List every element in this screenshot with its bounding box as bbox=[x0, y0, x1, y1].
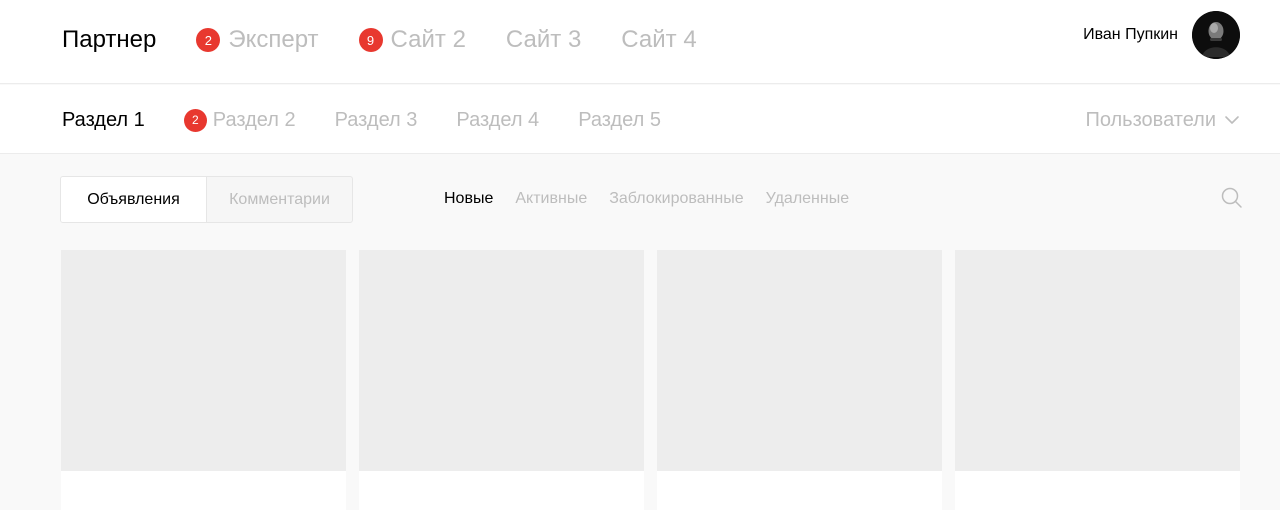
site-nav: Партнер 2 Эксперт 9 Сайт 2 Сайт 3 Сайт 4 bbox=[62, 24, 737, 56]
card-image-placeholder bbox=[657, 250, 942, 471]
tab-section-3[interactable]: Раздел 3 bbox=[335, 107, 418, 133]
tab-expert[interactable]: 2 Эксперт bbox=[196, 24, 319, 56]
filter-active[interactable]: Активные bbox=[515, 190, 587, 208]
tab-label: Сайт 2 bbox=[390, 26, 466, 53]
section-nav: Раздел 1 2 Раздел 2 Раздел 3 Раздел 4 Ра… bbox=[62, 107, 700, 133]
tab-label: Раздел 2 bbox=[212, 108, 296, 131]
chevron-down-icon bbox=[1225, 116, 1239, 124]
avatar[interactable] bbox=[1192, 11, 1240, 59]
tab-partner[interactable]: Партнер bbox=[62, 24, 156, 56]
content-type-switch: Объявления Комментарии bbox=[60, 176, 353, 223]
tab-section-4[interactable]: Раздел 4 bbox=[456, 107, 539, 133]
tab-label: Раздел 4 bbox=[456, 108, 540, 131]
ad-card[interactable] bbox=[657, 250, 942, 510]
segment-ads[interactable]: Объявления bbox=[61, 177, 207, 222]
tab-section-5[interactable]: Раздел 5 bbox=[578, 107, 661, 133]
user-menu[interactable]: Иван Пупкин bbox=[1083, 11, 1240, 59]
filter-new[interactable]: Новые bbox=[444, 190, 493, 208]
tab-label: Партнер bbox=[62, 26, 157, 53]
tab-label: Раздел 5 bbox=[578, 108, 661, 131]
notification-badge: 9 bbox=[358, 28, 383, 52]
user-photo-icon bbox=[1192, 11, 1240, 59]
user-name: Иван Пупкин bbox=[1083, 26, 1178, 43]
search-icon bbox=[1221, 187, 1242, 208]
card-grid bbox=[61, 250, 1240, 510]
section-bar: Раздел 1 2 Раздел 2 Раздел 3 Раздел 4 Ра… bbox=[0, 85, 1280, 154]
tab-site-4[interactable]: Сайт 4 bbox=[621, 24, 696, 56]
status-filters: Новые Активные Заблокированные Удаленные bbox=[444, 188, 871, 210]
tab-label: Эксперт bbox=[228, 26, 319, 53]
card-image-placeholder bbox=[359, 250, 644, 471]
segment-comments[interactable]: Комментарии bbox=[207, 177, 352, 222]
users-dropdown-label: Пользователи bbox=[1085, 108, 1216, 131]
search-button[interactable] bbox=[1221, 187, 1243, 209]
ad-card[interactable] bbox=[359, 250, 644, 510]
tab-site-3[interactable]: Сайт 3 bbox=[506, 24, 581, 56]
users-dropdown[interactable]: Пользователи bbox=[1085, 107, 1240, 133]
notification-badge: 2 bbox=[183, 108, 207, 132]
tab-label: Раздел 3 bbox=[334, 108, 418, 131]
card-image-placeholder bbox=[61, 250, 346, 471]
filter-blocked[interactable]: Заблокированные bbox=[609, 190, 743, 208]
ad-card[interactable] bbox=[61, 250, 346, 510]
notification-badge: 2 bbox=[196, 28, 221, 52]
top-bar: Партнер 2 Эксперт 9 Сайт 2 Сайт 3 Сайт 4… bbox=[0, 0, 1280, 84]
filter-deleted[interactable]: Удаленные bbox=[766, 190, 849, 208]
ad-card[interactable] bbox=[955, 250, 1240, 510]
tab-label: Сайт 4 bbox=[621, 26, 697, 53]
tab-section-1[interactable]: Раздел 1 bbox=[62, 107, 145, 133]
tab-label: Раздел 1 bbox=[62, 108, 145, 131]
tab-label: Сайт 3 bbox=[505, 26, 582, 53]
card-image-placeholder bbox=[955, 250, 1240, 471]
tab-site-2[interactable]: 9 Сайт 2 bbox=[358, 24, 466, 56]
tab-section-2[interactable]: 2 Раздел 2 bbox=[183, 107, 296, 133]
